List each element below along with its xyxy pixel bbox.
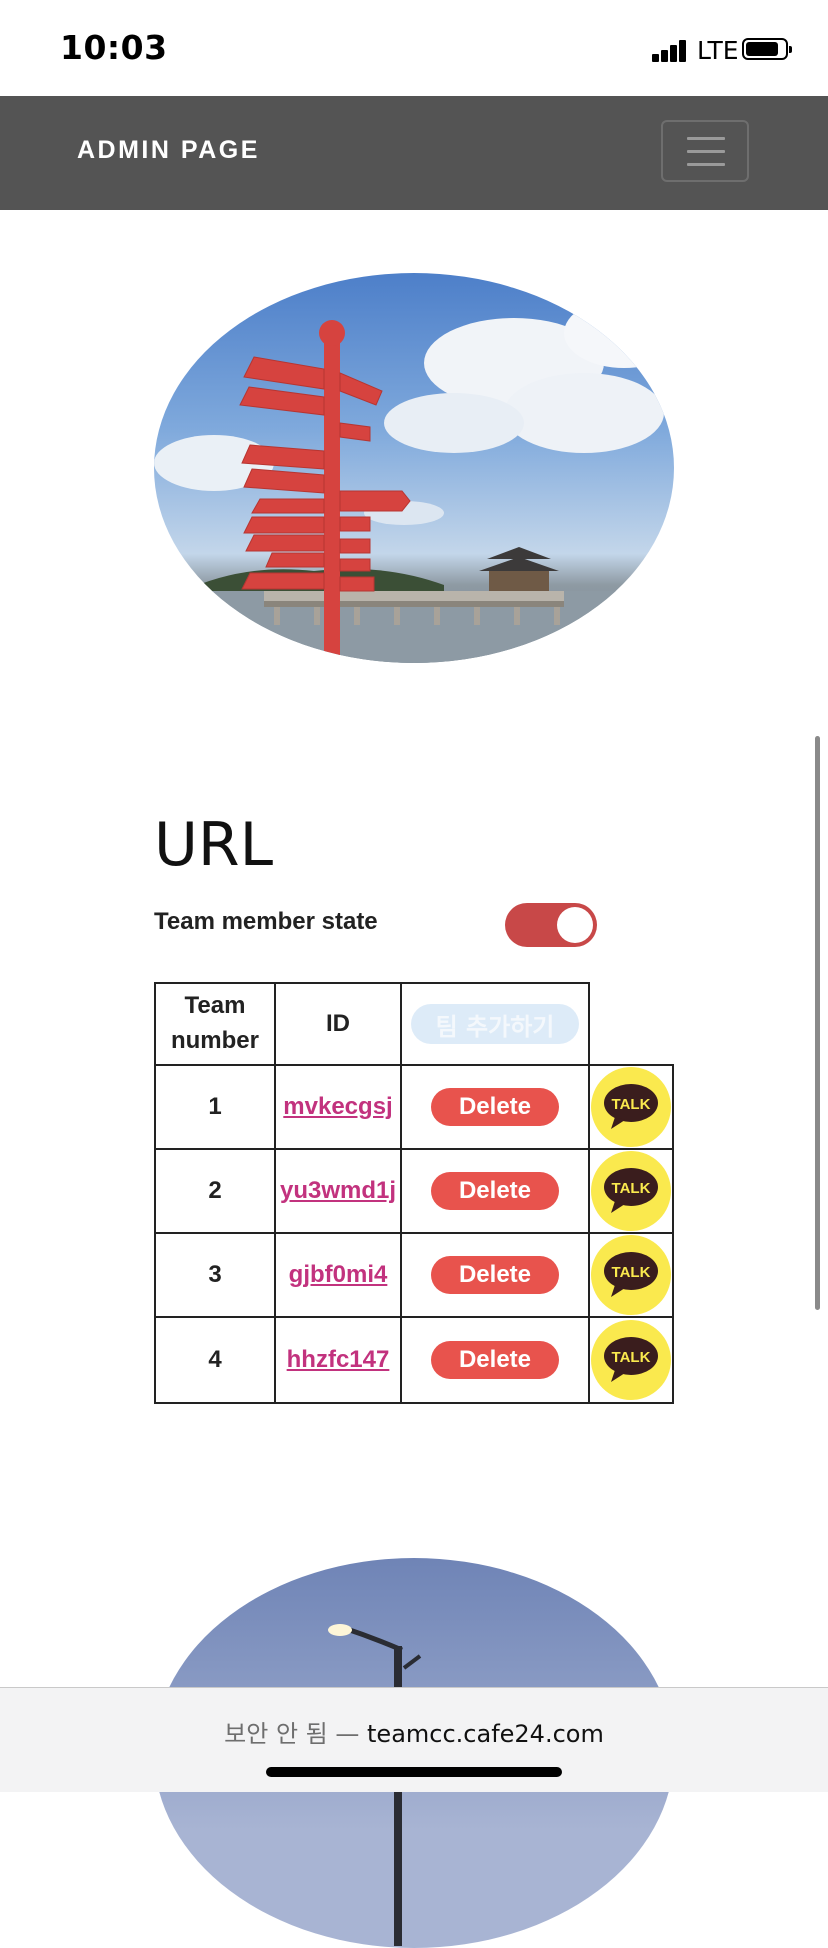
- table-row: 1: [154, 1064, 276, 1150]
- toggle-knob: [557, 907, 593, 943]
- header-id: ID: [274, 982, 402, 1066]
- page-content: ADMIN PAGE URL Team member state Team nu…: [0, 0, 828, 1948]
- brand-title[interactable]: ADMIN PAGE: [77, 136, 260, 165]
- page-scrollbar[interactable]: [815, 736, 820, 1310]
- team-member-state-toggle[interactable]: [505, 903, 597, 947]
- table-row: 4: [154, 1316, 276, 1404]
- delete-button[interactable]: Delete: [431, 1341, 559, 1379]
- talk-label: TALK: [612, 1264, 651, 1281]
- section-title: URL: [154, 810, 274, 880]
- team-number: 1: [208, 1093, 222, 1120]
- home-indicator: [266, 1767, 562, 1777]
- signal-icon: [652, 38, 688, 62]
- delete-button[interactable]: Delete: [431, 1088, 559, 1126]
- table-row: 2: [154, 1148, 276, 1234]
- talk-label: TALK: [612, 1349, 651, 1366]
- address-bar[interactable]: 보안 안 됨 — teamcc.cafe24.com: [0, 1687, 828, 1792]
- add-team-button[interactable]: 팀 추가하기: [411, 1004, 579, 1044]
- delete-button[interactable]: Delete: [431, 1172, 559, 1210]
- header-id-text: ID: [326, 1009, 350, 1037]
- team-member-state-label: Team member state: [154, 908, 378, 935]
- kakao-talk-icon[interactable]: TALK: [591, 1235, 671, 1315]
- talk-label: TALK: [612, 1096, 651, 1113]
- team-id-link[interactable]: yu3wmd1j: [280, 1177, 396, 1205]
- team-number: 2: [208, 1177, 222, 1204]
- hamburger-menu-icon[interactable]: [661, 120, 749, 182]
- status-bar: 10:03 LTE: [0, 0, 828, 96]
- network-label: LTE: [697, 36, 739, 65]
- header-team-number-text: Team number: [170, 992, 259, 1054]
- address-text: 보안 안 됨 — teamcc.cafe24.com: [0, 1714, 828, 1749]
- team-number: 3: [208, 1261, 222, 1288]
- kakao-talk-icon[interactable]: TALK: [591, 1067, 671, 1147]
- header-team-number: Team number: [154, 982, 276, 1066]
- delete-button[interactable]: Delete: [431, 1256, 559, 1294]
- team-id-link[interactable]: hhzfc147: [287, 1346, 390, 1374]
- domain-label: teamcc.cafe24.com: [367, 1720, 604, 1748]
- header-add-cell: 팀 추가하기: [400, 982, 590, 1066]
- kakao-talk-icon[interactable]: TALK: [591, 1151, 671, 1231]
- team-id-link[interactable]: mvkecgsj: [283, 1093, 392, 1121]
- battery-icon: [742, 38, 792, 60]
- security-warning: 보안 안 됨 —: [224, 1720, 360, 1748]
- team-number: 4: [208, 1346, 222, 1373]
- talk-label: TALK: [612, 1180, 651, 1197]
- kakao-talk-icon[interactable]: TALK: [591, 1320, 671, 1400]
- signpost-pier-photo: [154, 273, 674, 663]
- table-row: 3: [154, 1232, 276, 1318]
- team-id-link[interactable]: gjbf0mi4: [289, 1261, 388, 1289]
- team-table: Team number ID 팀 추가하기 1 mvkecgsj Delete …: [154, 982, 674, 1404]
- navbar: ADMIN PAGE: [0, 96, 828, 210]
- status-time: 10:03: [60, 28, 168, 67]
